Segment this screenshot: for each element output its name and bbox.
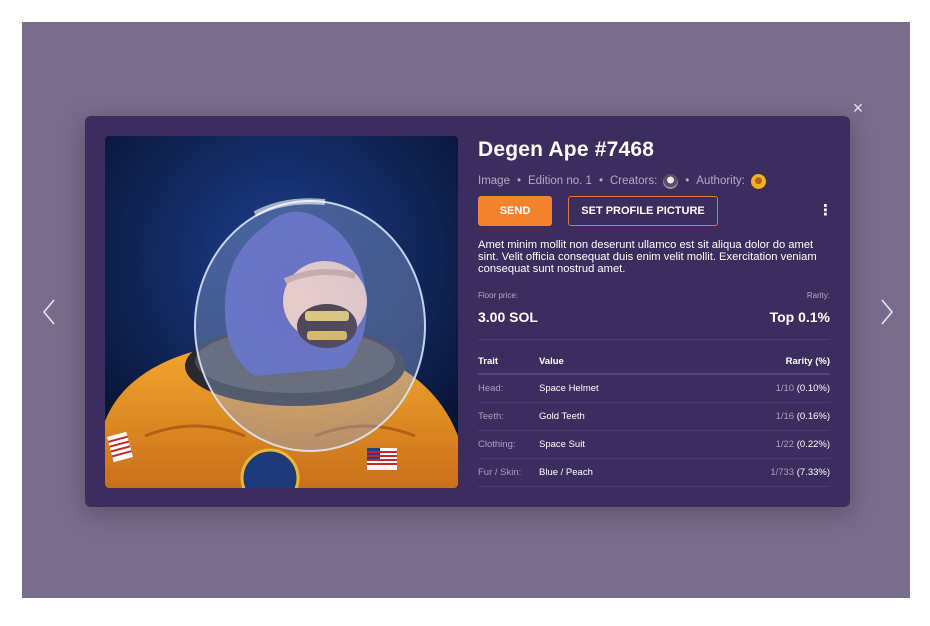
nft-description: Amet minim mollit non deserunt ullamco e… — [478, 239, 817, 275]
trait-name: Head: — [478, 374, 539, 403]
rarity-count: 1/22 — [775, 438, 795, 450]
trait-value: Space Helmet — [539, 374, 685, 403]
rarity-percent: (0.10%) — [796, 382, 830, 394]
traits-table: Trait Value Rarity (%) Head: Space Helme… — [478, 352, 830, 487]
nft-info-panel: Degen Ape #7468 Image • Edition no. 1 • … — [478, 136, 833, 487]
creators-label: Creators: — [609, 175, 658, 187]
table-row: Clothing: Space Suit 1/22 (0.22%) — [478, 430, 830, 459]
trait-rarity: 1/733 (7.33%) — [684, 458, 830, 487]
separator-dot: • — [598, 175, 603, 187]
trait-value: Space Suit — [539, 430, 685, 459]
floor-price-stat: Floor price: 3.00 SOL — [478, 291, 538, 325]
rarity-column-header: Rarity (%) — [684, 352, 830, 375]
close-icon[interactable]: × — [850, 99, 866, 117]
authority-avatar[interactable] — [750, 173, 766, 189]
authority-label: Authority: — [696, 175, 745, 187]
stats-row: Floor price: 3.00 SOL Rarity: Top 0.1% — [478, 291, 830, 325]
rarity-count: 1/16 — [775, 410, 795, 422]
action-bar: SEND SET PROFILE PICTURE ⋮ — [478, 196, 833, 226]
trait-name: Fur / Skin: — [478, 458, 539, 487]
rarity-value: Top 0.1% — [769, 309, 830, 325]
floor-price-value: 3.00 SOL — [478, 309, 538, 325]
trait-value: Blue / Peach — [539, 458, 685, 487]
rarity-label: Rarity: — [806, 291, 830, 300]
nft-edition: Edition no. 1 — [528, 175, 592, 187]
table-row: Fur / Skin: Blue / Peach 1/733 (7.33%) — [478, 458, 830, 487]
separator-dot: • — [685, 175, 690, 187]
trait-name: Clothing: — [478, 430, 539, 459]
more-options-icon[interactable]: ⋮ — [818, 203, 833, 218]
ape-astronaut-image — [105, 136, 458, 488]
nft-title: Degen Ape #7468 — [478, 138, 655, 161]
rarity-percent: (0.16%) — [796, 410, 830, 422]
nft-detail-modal: Degen Ape #7468 Image • Edition no. 1 • … — [85, 116, 850, 507]
table-header-row: Trait Value Rarity (%) — [478, 352, 830, 375]
separator-dot: • — [516, 175, 521, 187]
rarity-stat: Rarity: Top 0.1% — [770, 291, 830, 325]
table-row: Head: Space Helmet 1/10 (0.10%) — [478, 374, 830, 403]
rarity-count: 1/733 — [770, 466, 795, 478]
chevron-left-icon[interactable] — [38, 296, 62, 328]
nft-artwork — [105, 136, 458, 488]
trait-value: Gold Teeth — [539, 402, 685, 431]
nft-meta-row: Image • Edition no. 1 • Creators: • Auth… — [478, 172, 830, 190]
set-profile-picture-button[interactable]: SET PROFILE PICTURE — [568, 196, 718, 226]
floor-price-label: Floor price: — [478, 291, 519, 300]
trait-name: Teeth: — [478, 402, 539, 431]
value-column-header: Value — [539, 352, 685, 375]
divider — [478, 339, 830, 340]
table-row: Teeth: Gold Teeth 1/16 (0.16%) — [478, 402, 830, 431]
nft-type: Image — [478, 175, 510, 187]
rarity-percent: (7.33%) — [796, 466, 830, 478]
chevron-right-icon[interactable] — [874, 296, 898, 328]
trait-rarity: 1/10 (0.10%) — [684, 374, 830, 403]
trait-column-header: Trait — [478, 352, 539, 375]
trait-rarity: 1/16 (0.16%) — [684, 402, 830, 431]
rarity-count: 1/10 — [775, 382, 795, 394]
creator-avatar[interactable] — [663, 173, 679, 189]
trait-rarity: 1/22 (0.22%) — [684, 430, 830, 459]
rarity-percent: (0.22%) — [796, 438, 830, 450]
send-button[interactable]: SEND — [478, 196, 552, 226]
